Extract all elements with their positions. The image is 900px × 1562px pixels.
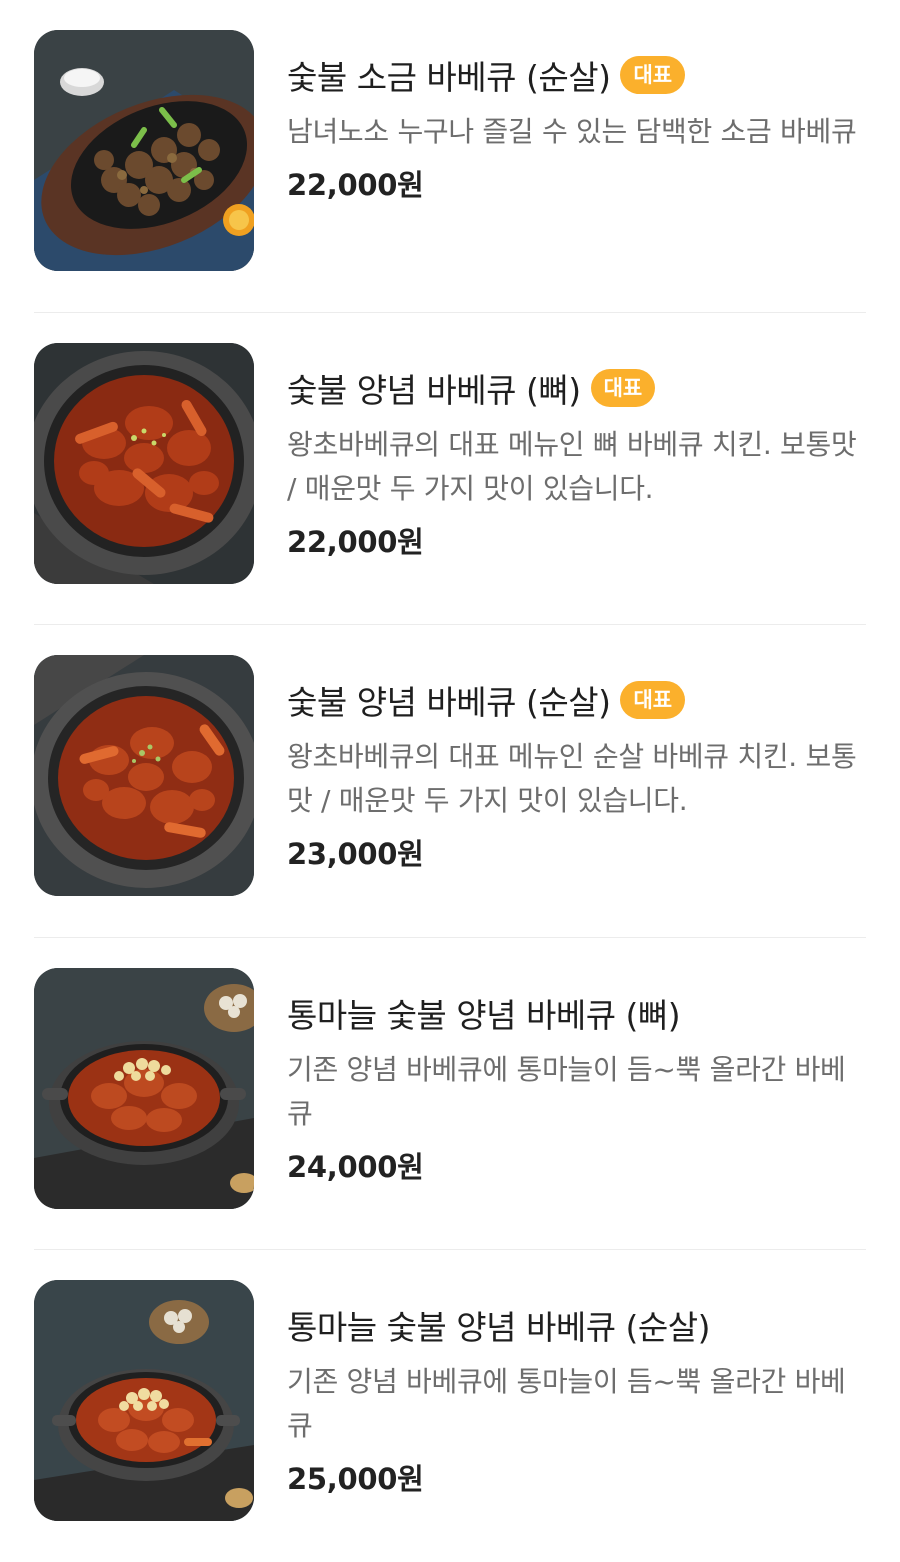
menu-item-title: 숯불 양념 바베큐 (순살) (287, 683, 611, 722)
menu-item-title-row: 숯불 양념 바베큐 (뼈) 대표 (287, 365, 866, 411)
menu-item-title: 숯불 양념 바베큐 (뼈) (287, 370, 581, 410)
menu-item-photo (34, 342, 254, 584)
signature-badge: 대표 (620, 681, 686, 719)
menu-item-description: 기존 양념 바베큐에 통마늘이 듬~뿍 올라간 바베큐 (287, 1052, 846, 1130)
menu-item-photo (34, 655, 254, 896)
menu-item-photo (34, 30, 254, 271)
menu-list: 숯불 소금 바베큐 (순살) 대표 남녀노소 누구나 즐길 수 있는 담백한 소… (0, 0, 900, 1562)
menu-item-photo (34, 1280, 254, 1521)
menu-item-price: 23,000원 (287, 837, 424, 871)
menu-item-info: 숯불 양념 바베큐 (뼈) 대표 왕초바베큐의 대표 메뉴인 뼈 바베큐 치킨.… (287, 343, 866, 561)
menu-item[interactable]: 숯불 양념 바베큐 (순살) 대표 왕초바베큐의 대표 메뉴인 순살 바베큐 치… (34, 625, 866, 938)
menu-item[interactable]: 통마늘 숯불 양념 바베큐 (순살) 기존 양념 바베큐에 통마늘이 듬~뿍 올… (34, 1250, 866, 1562)
menu-item[interactable]: 숯불 양념 바베큐 (뼈) 대표 왕초바베큐의 대표 메뉴인 뼈 바베큐 치킨.… (34, 313, 866, 625)
menu-item-title-row: 숯불 소금 바베큐 (순살) 대표 (287, 52, 866, 98)
menu-item-info: 숯불 소금 바베큐 (순살) 대표 남녀노소 누구나 즐길 수 있는 담백한 소… (287, 30, 866, 204)
menu-item-photo (34, 967, 254, 1209)
menu-item-title: 통마늘 숯불 양념 바베큐 (뼈) (287, 995, 681, 1035)
signature-badge: 대표 (590, 368, 656, 407)
menu-item-title: 통마늘 숯불 양념 바베큐 (순살) (287, 1308, 711, 1347)
menu-item-title-row: 숯불 양념 바베큐 (순살) 대표 (287, 677, 866, 723)
menu-item-title-row: 통마늘 숯불 양념 바베큐 (순살) (287, 1302, 866, 1348)
menu-item-price: 22,000원 (287, 524, 424, 559)
menu-item-description: 기존 양념 바베큐에 통마늘이 듬~뿍 올라간 바베큐 (287, 1365, 846, 1442)
menu-item-description: 남녀노소 누구나 즐길 수 있는 담백한 소금 바베큐 (287, 115, 857, 148)
menu-item[interactable]: 숯불 소금 바베큐 (순살) 대표 남녀노소 누구나 즐길 수 있는 담백한 소… (34, 0, 866, 313)
menu-item-info: 통마늘 숯불 양념 바베큐 (뼈) 기존 양념 바베큐에 통마늘이 듬~뿍 올라… (287, 968, 866, 1186)
menu-item-info: 숯불 양념 바베큐 (순살) 대표 왕초바베큐의 대표 메뉴인 순살 바베큐 치… (287, 655, 866, 873)
menu-item[interactable]: 통마늘 숯불 양념 바베큐 (뼈) 기존 양념 바베큐에 통마늘이 듬~뿍 올라… (34, 938, 866, 1250)
menu-item-price: 24,000원 (287, 1149, 424, 1184)
menu-item-title: 숯불 소금 바베큐 (순살) (287, 58, 611, 97)
menu-item-description: 왕초바베큐의 대표 메뉴인 순살 바베큐 치킨. 보통맛 / 매운맛 두 가지 … (287, 740, 857, 817)
menu-item-title-row: 통마늘 숯불 양념 바베큐 (뼈) (287, 990, 866, 1036)
menu-item-price: 22,000원 (287, 168, 424, 202)
menu-item-info: 통마늘 숯불 양념 바베큐 (순살) 기존 양념 바베큐에 통마늘이 듬~뿍 올… (287, 1280, 866, 1498)
menu-item-description: 왕초바베큐의 대표 메뉴인 뼈 바베큐 치킨. 보통맛 / 매운맛 두 가지 맛… (287, 427, 857, 505)
menu-item-price: 25,000원 (287, 1462, 424, 1496)
signature-badge: 대표 (620, 56, 686, 94)
